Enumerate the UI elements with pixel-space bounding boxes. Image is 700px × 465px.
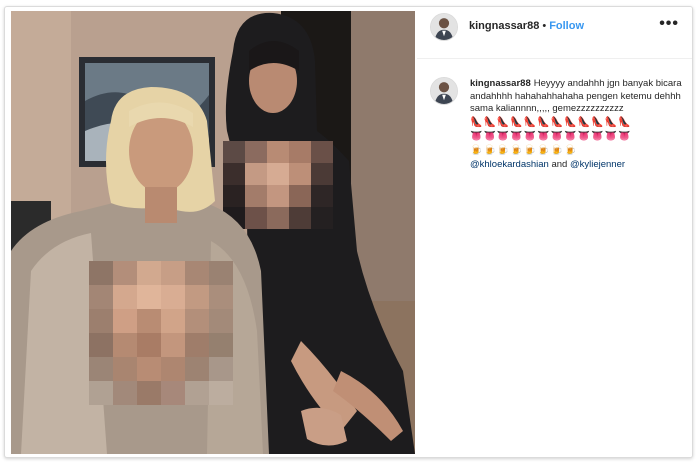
post-photo[interactable]: [11, 11, 415, 454]
caption-body: kingnassar88 Heyyyy andahhh jgn banyak bi…: [470, 78, 682, 171]
instagram-post: kingnassar88 • Follow ••• kingnassar88 Heyy…: [4, 6, 693, 458]
header-separator-dot: •: [542, 20, 547, 32]
emoji-row-heels: 👠👠👠👠👠👠👠👠👠👠👠👠: [470, 116, 632, 128]
avatar-icon[interactable]: [430, 13, 458, 41]
post-header: kingnassar88 • Follow •••: [417, 7, 692, 59]
emoji-row-tongues: 👅👅👅👅👅👅👅👅👅👅👅👅: [470, 130, 632, 142]
avatar-image: [431, 78, 457, 104]
header-username[interactable]: kingnassar88: [469, 20, 539, 32]
follow-button[interactable]: Follow: [549, 20, 584, 32]
more-options-icon[interactable]: •••: [659, 16, 679, 32]
post-photo-image: [11, 11, 415, 454]
caption-line: kingnassar88 Heyyyy andahhh jgn banyak bi…: [470, 78, 682, 116]
caption-and: and: [548, 158, 570, 170]
mention-khloekardashian[interactable]: @khloekardashian: [470, 159, 549, 170]
avatar-icon[interactable]: [430, 77, 458, 105]
emoji-row-beers: 🍺🍺🍺🍺🍺🍺🍺🍺: [470, 144, 578, 156]
mention-kyliejenner[interactable]: @kyliejenner: [570, 159, 625, 170]
header-user-line: kingnassar88 • Follow: [469, 20, 584, 32]
caption-tags: @khloekardashian and @kyliejenner: [470, 159, 682, 172]
post-side-panel: kingnassar88 • Follow ••• kingnassar88 Heyy…: [417, 7, 692, 457]
caption-username[interactable]: kingnassar88: [470, 78, 531, 89]
avatar-image: [431, 14, 457, 40]
